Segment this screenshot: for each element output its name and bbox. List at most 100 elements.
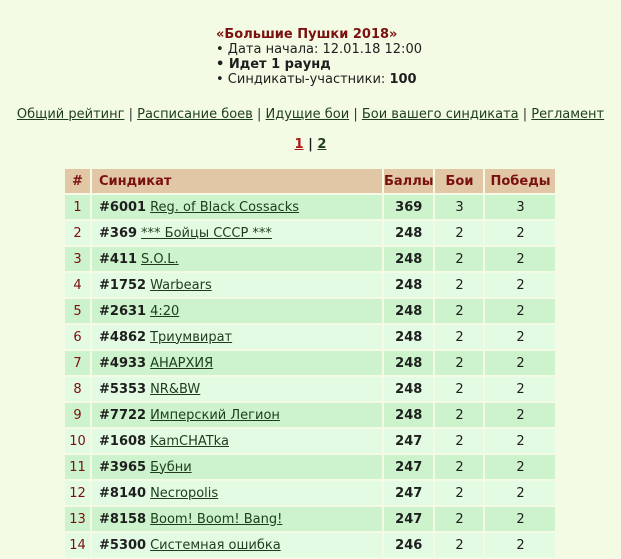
rank-cell: 14 xyxy=(65,533,90,557)
syndicate-cell: #411 S.O.L. xyxy=(92,247,382,271)
wins-cell: 2 xyxy=(485,325,556,349)
table-row: 10 #1608 KamCHATka 247 2 2 xyxy=(65,429,556,453)
nav-your-syndicate-fights[interactable]: Бои вашего синдиката xyxy=(362,107,519,122)
syndicate-link[interactable]: Бубни xyxy=(150,460,192,475)
nav-separator: | xyxy=(256,107,262,122)
wins-cell: 2 xyxy=(485,247,556,271)
syndicate-link[interactable]: NR&BW xyxy=(150,382,200,397)
nav-overall-rating[interactable]: Общий рейтинг xyxy=(17,107,125,122)
table-row: 2 #369 *** Бойцы СССР *** 248 2 2 xyxy=(65,221,556,245)
table-row: 4 #1752 Warbears 248 2 2 xyxy=(65,273,556,297)
syndicate-link[interactable]: 4:20 xyxy=(150,304,179,319)
syndicate-link[interactable]: Warbears xyxy=(150,278,212,293)
syndicate-id: #411 xyxy=(99,251,138,267)
syndicate-link[interactable]: Reg. of Black Cossacks xyxy=(150,200,299,215)
fights-cell: 2 xyxy=(435,221,484,245)
score-cell: 248 xyxy=(384,221,434,245)
table-row: 5 #2631 4:20 248 2 2 xyxy=(65,299,556,323)
nav-separator: | xyxy=(353,107,358,122)
syndicate-link[interactable]: S.O.L. xyxy=(141,252,179,267)
fights-cell: 2 xyxy=(435,403,484,427)
wins-cell: 2 xyxy=(485,221,556,245)
table-row: 6 #4862 Триумвират 248 2 2 xyxy=(65,325,556,349)
syndicate-link[interactable]: Системная ошибка xyxy=(150,538,281,553)
nav-ongoing-fights[interactable]: Идущие бои xyxy=(266,107,350,122)
table-row: 8 #5353 NR&BW 248 2 2 xyxy=(65,377,556,401)
fights-cell: 2 xyxy=(435,507,484,531)
syndicate-cell: #1752 Warbears xyxy=(92,273,382,297)
table-row: 13 #8158 Boom! Boom! Bang! 247 2 2 xyxy=(65,507,556,531)
syndicate-link[interactable]: *** Бойцы СССР *** xyxy=(141,226,272,241)
table-row: 1 #6001 Reg. of Black Cossacks 369 3 3 xyxy=(65,195,556,219)
header-score: Баллы xyxy=(384,169,434,193)
syndicate-cell: #4933 АНАРХИЯ xyxy=(92,351,382,375)
rank-cell: 10 xyxy=(65,429,90,453)
rank-cell: 7 xyxy=(65,351,90,375)
participants-count: 100 xyxy=(389,72,417,87)
syndicate-id: #4862 xyxy=(99,329,147,345)
rank-cell: 2 xyxy=(65,221,90,245)
fights-cell: 2 xyxy=(435,273,484,297)
fights-cell: 2 xyxy=(435,377,484,401)
rank-cell: 8 xyxy=(65,377,90,401)
fights-cell: 2 xyxy=(435,351,484,375)
syndicate-link[interactable]: Триумвират xyxy=(150,330,232,345)
rank-cell: 4 xyxy=(65,273,90,297)
syndicate-link[interactable]: Boom! Boom! Bang! xyxy=(150,512,282,527)
score-cell: 248 xyxy=(384,351,434,375)
nav-rules[interactable]: Регламент xyxy=(531,107,604,122)
table-row: 3 #411 S.O.L. 248 2 2 xyxy=(65,247,556,271)
nav-fight-schedule[interactable]: Расписание боев xyxy=(137,107,253,122)
syndicate-link[interactable]: Necropolis xyxy=(150,486,218,501)
syndicate-id: #7722 xyxy=(99,407,147,423)
round-status: • Идет 1 раунд xyxy=(216,57,422,72)
wins-cell: 2 xyxy=(485,429,556,453)
syndicate-link[interactable]: KamCHATka xyxy=(150,434,229,449)
table-row: 12 #8140 Necropolis 247 2 2 xyxy=(65,481,556,505)
score-cell: 247 xyxy=(384,455,434,479)
table-row: 9 #7722 Имперский Легион 248 2 2 xyxy=(65,403,556,427)
wins-cell: 3 xyxy=(485,195,556,219)
syndicate-cell: #369 *** Бойцы СССР *** xyxy=(92,221,382,245)
header-fights: Бои xyxy=(435,169,484,193)
page-link-current[interactable]: 1 xyxy=(295,137,304,152)
nav-separator: | xyxy=(128,107,133,122)
syndicate-id: #4933 xyxy=(99,355,147,371)
score-cell: 248 xyxy=(384,377,434,401)
score-cell: 246 xyxy=(384,533,434,557)
syndicate-id: #6001 xyxy=(99,199,147,215)
fights-cell: 2 xyxy=(435,455,484,479)
score-cell: 248 xyxy=(384,403,434,427)
fights-cell: 2 xyxy=(435,325,484,349)
fights-cell: 2 xyxy=(435,533,484,557)
syndicate-id: #1608 xyxy=(99,433,147,449)
header-syndicate: Синдикат xyxy=(92,169,382,193)
participants-label: • Синдикаты-участники: xyxy=(216,72,390,87)
fights-cell: 2 xyxy=(435,299,484,323)
fights-cell: 2 xyxy=(435,247,484,271)
syndicate-id: #2631 xyxy=(99,303,147,319)
syndicate-cell: #5353 NR&BW xyxy=(92,377,382,401)
start-date: • Дата начала: 12.01.18 12:00 xyxy=(216,42,422,57)
fights-cell: 2 xyxy=(435,429,484,453)
rank-cell: 9 xyxy=(65,403,90,427)
rank-cell: 12 xyxy=(65,481,90,505)
syndicate-id: #8140 xyxy=(99,485,147,501)
score-cell: 369 xyxy=(384,195,434,219)
syndicate-cell: #8140 Necropolis xyxy=(92,481,382,505)
syndicate-id: #1752 xyxy=(99,277,147,293)
rank-cell: 11 xyxy=(65,455,90,479)
score-cell: 248 xyxy=(384,325,434,349)
syndicate-cell: #6001 Reg. of Black Cossacks xyxy=(92,195,382,219)
page-link[interactable]: 2 xyxy=(317,137,326,152)
syndicate-link[interactable]: Имперский Легион xyxy=(150,408,280,423)
syndicate-cell: #3965 Бубни xyxy=(92,455,382,479)
table-header-row: # Синдикат Баллы Бои Победы xyxy=(65,169,556,193)
syndicate-cell: #8158 Boom! Boom! Bang! xyxy=(92,507,382,531)
syndicate-link[interactable]: АНАРХИЯ xyxy=(150,356,213,371)
tournament-info: «Большие Пушки 2018» • Дата начала: 12.0… xyxy=(216,27,422,87)
score-cell: 248 xyxy=(384,273,434,297)
nav-separator: | xyxy=(522,107,528,122)
syndicate-cell: #5300 Системная ошибка xyxy=(92,533,382,557)
table-row: 14 #5300 Системная ошибка 246 2 2 xyxy=(65,533,556,557)
